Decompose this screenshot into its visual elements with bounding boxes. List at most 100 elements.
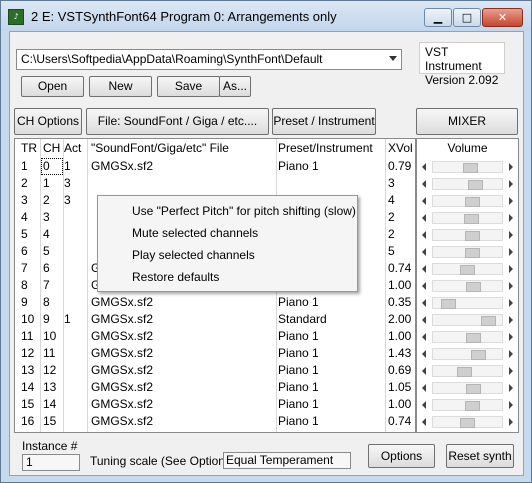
volume-slider[interactable] — [420, 313, 515, 327]
cell-xvol[interactable]: 0.79 — [388, 158, 415, 175]
arrow-left-icon[interactable] — [422, 316, 426, 324]
slider-track[interactable] — [432, 331, 503, 343]
cell-act[interactable]: 1 — [64, 158, 86, 175]
minimize-button[interactable]: ▁ — [424, 8, 452, 27]
volume-slider[interactable] — [420, 245, 515, 259]
slider-track[interactable] — [432, 263, 503, 275]
header-preset[interactable]: Preset/Instrument — [278, 140, 384, 157]
slider-thumb[interactable] — [460, 265, 475, 275]
cell-ch[interactable]: 9 — [43, 311, 63, 328]
volume-slider[interactable] — [420, 177, 515, 191]
menu-item-restore[interactable]: Restore defaults — [98, 266, 357, 288]
arrow-left-icon[interactable] — [422, 333, 426, 341]
volume-slider[interactable] — [420, 398, 515, 412]
cell-preset[interactable]: Standard — [278, 311, 384, 328]
menu-item-mute[interactable]: Mute selected channels — [98, 222, 357, 244]
cell-act[interactable] — [64, 345, 86, 362]
cell-tr[interactable]: 6 — [21, 243, 39, 260]
cell-xvol[interactable]: 0.69 — [388, 362, 415, 379]
arrow-left-icon[interactable] — [422, 401, 426, 409]
cell-act[interactable] — [64, 362, 86, 379]
slider-thumb[interactable] — [457, 367, 472, 377]
table-row[interactable]: 12 11 GMGSx.sf2 Piano 1 1.43 — [15, 345, 415, 362]
cell-file[interactable]: GMGSx.sf2 — [91, 396, 275, 413]
cell-file[interactable]: GMGSx.sf2 — [91, 294, 275, 311]
slider-thumb[interactable] — [465, 248, 480, 258]
cell-ch[interactable]: 11 — [43, 345, 63, 362]
volume-slider[interactable] — [420, 262, 515, 276]
cell-tr[interactable]: 7 — [21, 260, 39, 277]
arrow-right-icon[interactable] — [509, 316, 513, 324]
volume-slider[interactable] — [420, 347, 515, 361]
volume-slider[interactable] — [420, 194, 515, 208]
table-row[interactable]: 14 13 GMGSx.sf2 Piano 1 1.05 — [15, 379, 415, 396]
table-row[interactable]: 16 15 GMGSx.sf2 Piano 1 0.74 — [15, 413, 415, 430]
header-act[interactable]: Act — [64, 140, 86, 157]
slider-thumb[interactable] — [471, 350, 486, 360]
arrow-right-icon[interactable] — [509, 350, 513, 358]
cell-act[interactable] — [64, 209, 86, 226]
slider-thumb[interactable] — [465, 197, 480, 207]
slider-track[interactable] — [432, 280, 503, 292]
cell-tr[interactable]: 11 — [21, 328, 39, 345]
volume-slider[interactable] — [420, 330, 515, 344]
cell-ch[interactable]: 4 — [43, 226, 63, 243]
arrow-left-icon[interactable] — [422, 180, 426, 188]
cell-tr[interactable]: 10 — [21, 311, 39, 328]
cell-xvol[interactable]: 2 — [388, 209, 415, 226]
cell-xvol[interactable]: 3 — [388, 175, 415, 192]
cell-preset[interactable]: Piano 1 — [278, 362, 384, 379]
slider-thumb[interactable] — [460, 418, 475, 428]
arrow-left-icon[interactable] — [422, 231, 426, 239]
menu-item-play[interactable]: Play selected channels — [98, 244, 357, 266]
slider-thumb[interactable] — [466, 384, 481, 394]
volume-slider[interactable] — [420, 160, 515, 174]
arrow-left-icon[interactable] — [422, 197, 426, 205]
maximize-button[interactable]: □ — [453, 8, 481, 27]
volume-slider[interactable] — [420, 279, 515, 293]
cell-tr[interactable]: 2 — [21, 175, 39, 192]
header-tr[interactable]: TR — [21, 140, 39, 157]
path-dropdown[interactable]: C:\Users\Softpedia\AppData\Roaming\Synth… — [16, 49, 402, 70]
slider-track[interactable] — [432, 416, 503, 428]
slider-thumb[interactable] — [468, 180, 483, 190]
cell-ch[interactable]: 13 — [43, 379, 63, 396]
cell-file[interactable]: GMGSx.sf2 — [91, 379, 275, 396]
arrow-right-icon[interactable] — [509, 197, 513, 205]
arrow-right-icon[interactable] — [509, 180, 513, 188]
arrow-left-icon[interactable] — [422, 418, 426, 426]
cell-ch[interactable]: 14 — [43, 396, 63, 413]
cell-act[interactable]: 3 — [64, 175, 86, 192]
slider-track[interactable] — [432, 314, 503, 326]
cell-tr[interactable]: 13 — [21, 362, 39, 379]
arrow-left-icon[interactable] — [422, 367, 426, 375]
cell-xvol[interactable]: 1.00 — [388, 328, 415, 345]
cell-tr[interactable]: 15 — [21, 396, 39, 413]
arrow-right-icon[interactable] — [509, 214, 513, 222]
cell-file[interactable]: GMGSx.sf2 — [91, 362, 275, 379]
cell-file[interactable]: GMGSx.sf2 — [91, 311, 275, 328]
arrow-left-icon[interactable] — [422, 384, 426, 392]
cell-ch[interactable]: 2 — [43, 192, 63, 209]
open-button[interactable]: Open — [21, 76, 84, 97]
volume-slider[interactable] — [420, 364, 515, 378]
table-row[interactable]: 1 0 1 GMGSx.sf2 Piano 1 0.79 — [15, 158, 415, 175]
slider-thumb[interactable] — [463, 163, 478, 173]
arrow-right-icon[interactable] — [509, 248, 513, 256]
cell-preset[interactable]: Piano 1 — [278, 396, 384, 413]
cell-xvol[interactable]: 1.05 — [388, 379, 415, 396]
cell-file[interactable]: GMGSx.sf2 — [91, 158, 275, 175]
cell-act[interactable] — [64, 260, 86, 277]
arrow-left-icon[interactable] — [422, 350, 426, 358]
slider-thumb[interactable] — [441, 299, 456, 309]
table-row[interactable]: 11 10 GMGSx.sf2 Piano 1 1.00 — [15, 328, 415, 345]
cell-ch[interactable]: 8 — [43, 294, 63, 311]
cell-act[interactable] — [64, 413, 86, 430]
cell-act[interactable] — [64, 328, 86, 345]
cell-act[interactable]: 3 — [64, 192, 86, 209]
table-row[interactable]: 13 12 GMGSx.sf2 Piano 1 0.69 — [15, 362, 415, 379]
arrow-right-icon[interactable] — [509, 265, 513, 273]
cell-tr[interactable]: 1 — [21, 158, 39, 175]
cell-xvol[interactable]: 1.43 — [388, 345, 415, 362]
table-row[interactable]: 2133 — [15, 175, 415, 192]
